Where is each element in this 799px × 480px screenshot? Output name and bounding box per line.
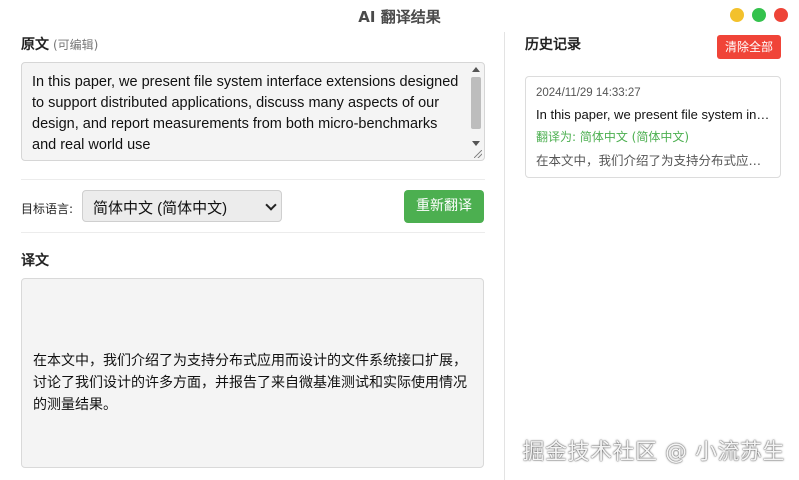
target-language-select[interactable]: 简体中文 (简体中文) <box>82 190 282 222</box>
divider <box>21 179 485 180</box>
resize-grip-icon[interactable] <box>474 150 482 158</box>
history-item-source: In this paper, we present file system in… <box>536 107 770 122</box>
source-title: 原文 <box>21 37 49 53</box>
close-button[interactable] <box>774 8 788 22</box>
translation-pane: 原文 (可编辑) In this paper, we present file s… <box>0 32 504 480</box>
divider <box>21 232 485 233</box>
title-bar: AI 翻译结果 <box>0 0 799 32</box>
source-text[interactable]: In this paper, we present file system in… <box>32 74 458 153</box>
history-item-target: 在本文中，我们介绍了为支持分布式应用而设计的文件系统接口扩展 <box>536 153 770 168</box>
retranslate-button[interactable]: 重新翻译 <box>404 190 484 223</box>
target-language-value: 简体中文 (简体中文) <box>93 200 228 217</box>
source-scrollbar[interactable] <box>470 65 482 158</box>
source-textarea[interactable]: In this paper, we present file system in… <box>21 62 485 161</box>
source-heading: 原文 (可编辑) <box>21 34 98 54</box>
target-output: 在本文中，我们介绍了为支持分布式应用而设计的文件系统接口扩展，讨论了我们设计的许… <box>21 278 484 468</box>
maximize-button[interactable] <box>752 8 766 22</box>
clear-all-button[interactable]: 清除全部 <box>717 35 781 59</box>
target-text: 在本文中，我们介绍了为支持分布式应用而设计的文件系统接口扩展，讨论了我们设计的许… <box>33 353 467 413</box>
target-language-label: 目标语言: <box>21 202 74 216</box>
target-title: 译文 <box>21 253 49 269</box>
history-item-time: 2024/11/29 14:33:27 <box>536 87 641 99</box>
watermark: 掘金技术社区 @ 小流苏生 <box>522 440 785 465</box>
history-item-language: 翻译为: 简体中文 (简体中文) <box>536 130 690 144</box>
source-subtitle: (可编辑) <box>53 38 99 52</box>
minimize-button[interactable] <box>730 8 744 22</box>
history-item[interactable]: 2024/11/29 14:33:27 In this paper, we pr… <box>525 76 781 178</box>
window-title: AI 翻译结果 <box>358 8 441 26</box>
history-pane: 历史记录 清除全部 2024/11/29 14:33:27 In this pa… <box>505 32 799 480</box>
chevron-down-icon <box>265 199 277 211</box>
scroll-down-arrow-icon[interactable] <box>472 141 480 146</box>
scroll-up-arrow-icon[interactable] <box>472 67 480 72</box>
scroll-thumb[interactable] <box>471 77 481 129</box>
history-title: 历史记录 <box>525 37 581 53</box>
